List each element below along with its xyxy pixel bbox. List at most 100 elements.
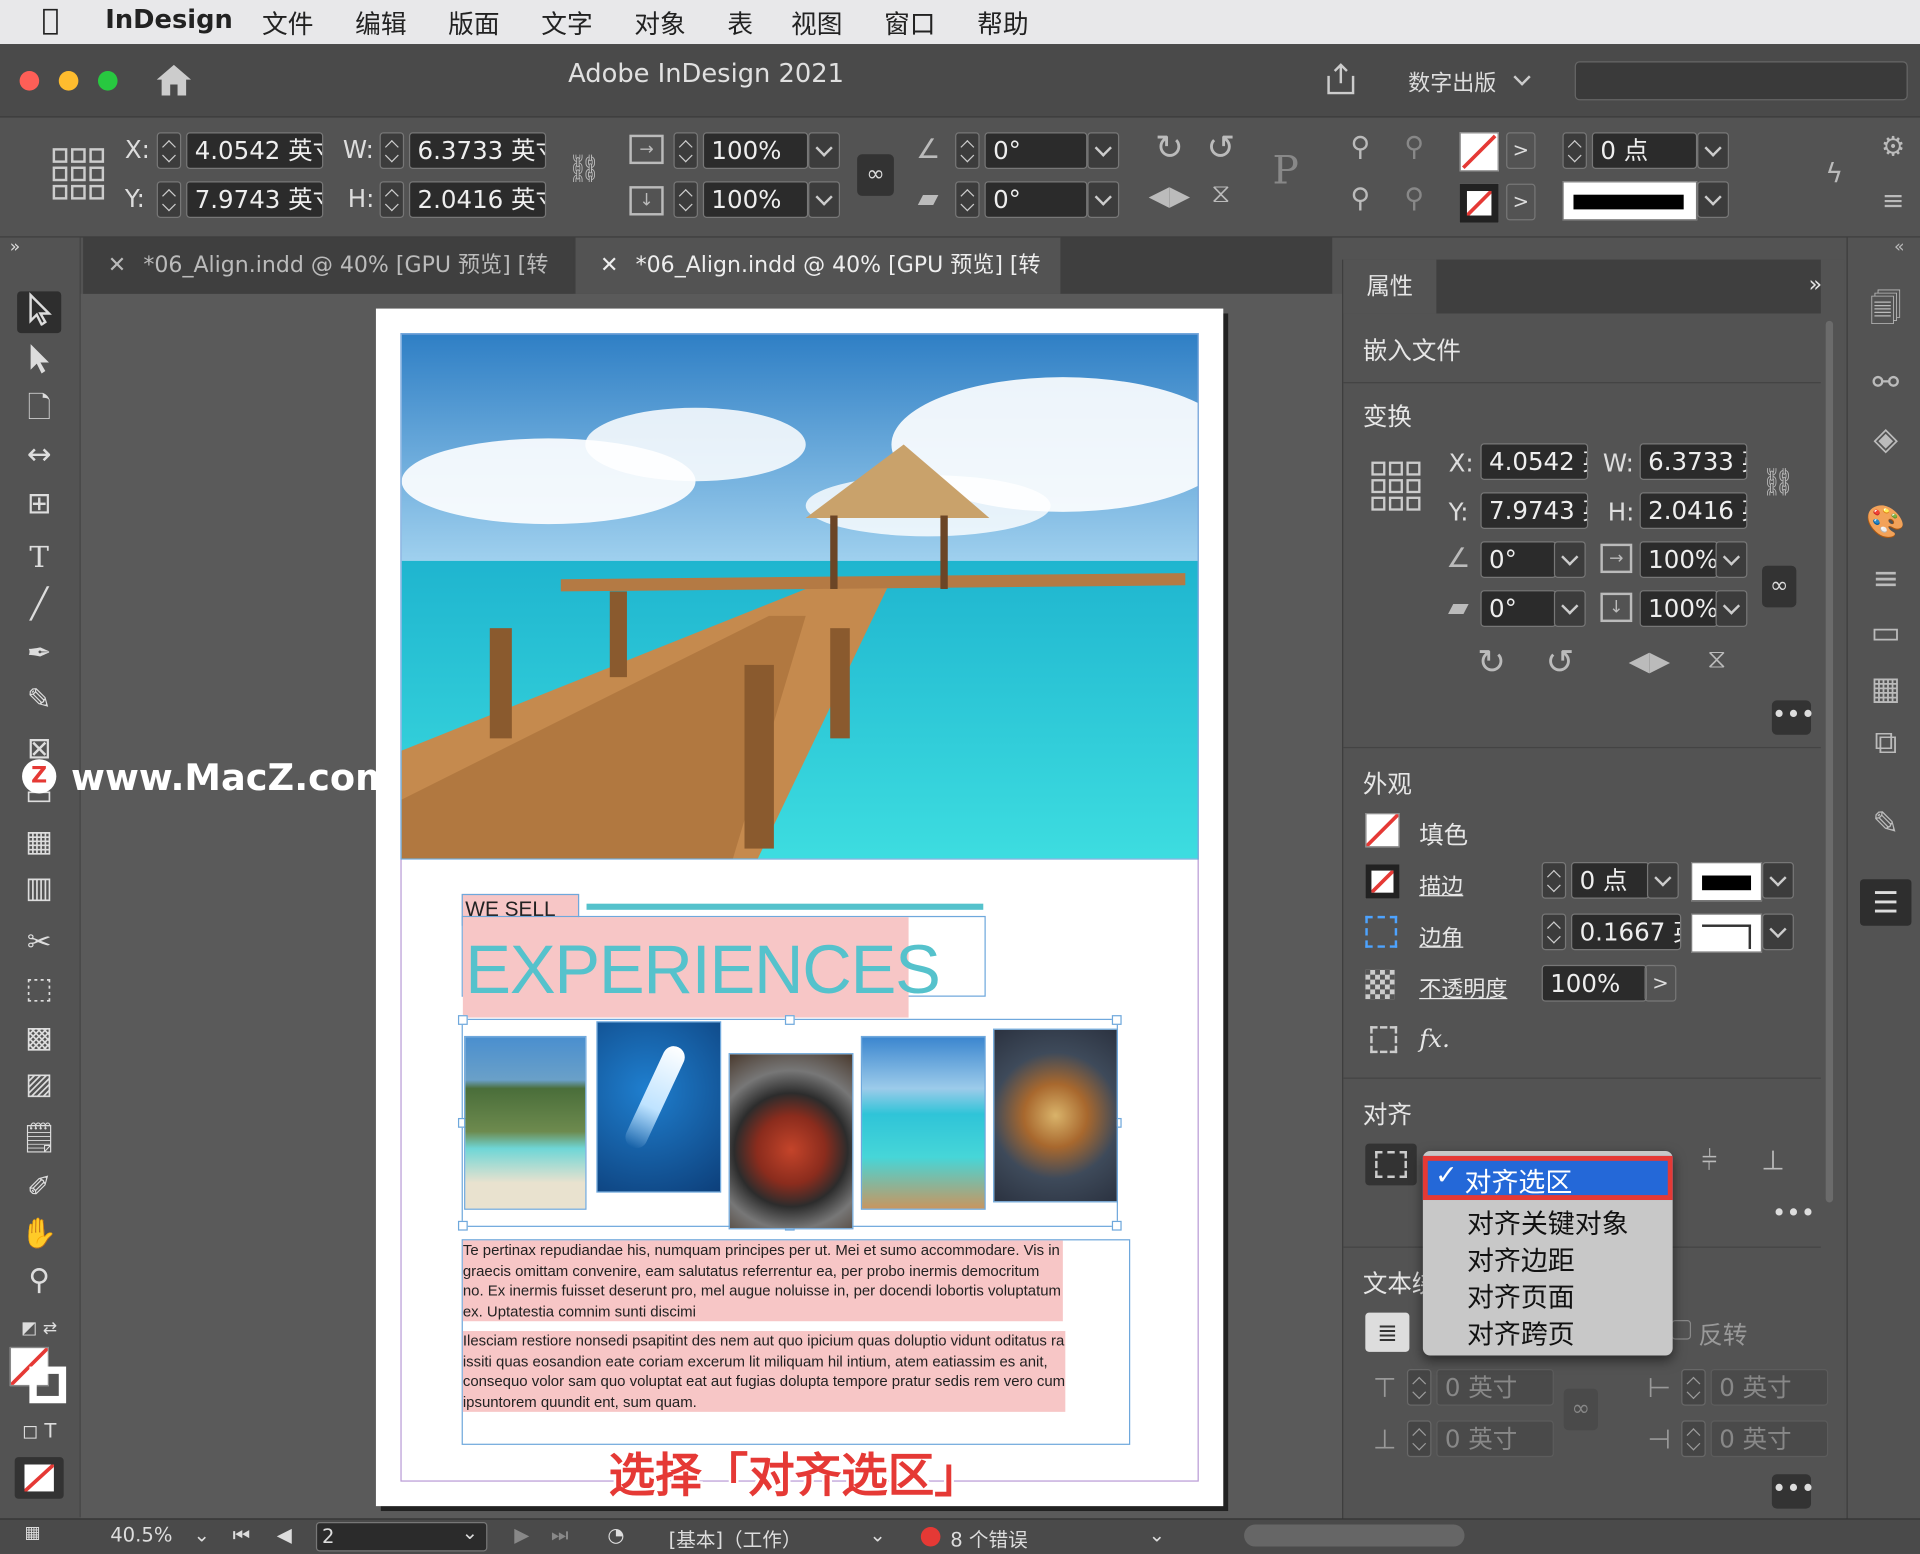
select-previous-icon[interactable]: ⚲: [1396, 132, 1433, 163]
type-tool-icon[interactable]: T: [17, 536, 61, 578]
gradient-swatch-tool-icon[interactable]: ▩: [17, 1016, 61, 1058]
bottom-offset-stepper[interactable]: [1406, 1420, 1432, 1458]
layers-panel-icon[interactable]: ◈: [1865, 421, 1907, 458]
opacity-field[interactable]: 100%: [1541, 964, 1647, 1002]
gradient-panel-icon[interactable]: ▭: [1865, 615, 1907, 652]
body-text-frame[interactable]: Te pertinax repudiandae his, numquam pri…: [461, 1239, 1131, 1445]
collapse-toolbox-icon[interactable]: »: [10, 238, 21, 258]
scale-y-dropdown[interactable]: [808, 181, 841, 218]
apple-icon[interactable]: : [42, 2, 60, 36]
container-text-toggle-icon[interactable]: ◻ T: [17, 1411, 61, 1453]
corner-shape-field[interactable]: [1691, 913, 1763, 953]
rotate-clockwise-icon[interactable]: ↻: [1471, 642, 1513, 682]
opacity-label[interactable]: 不透明度: [1419, 972, 1507, 1004]
opacity-arrow[interactable]: >: [1644, 964, 1677, 1002]
corner-stepper[interactable]: [1541, 913, 1567, 951]
previous-page-icon[interactable]: ◀: [277, 1523, 292, 1546]
scale-x-field[interactable]: 100%: [702, 132, 809, 169]
panel-y-field[interactable]: 7.9743 英寸: [1480, 492, 1589, 529]
stroke-weight-field[interactable]: 0 点: [1591, 132, 1698, 169]
reference-point-icon[interactable]: [1370, 460, 1421, 511]
paragraph-styles-icon[interactable]: ✎: [1865, 806, 1907, 843]
photo-pier-small[interactable]: [860, 1035, 986, 1210]
stroke-weight-stepper[interactable]: [1562, 132, 1587, 169]
page-tool-icon[interactable]: 🗋: [17, 387, 61, 429]
selection-handle[interactable]: [1111, 1220, 1122, 1231]
select-content-icon[interactable]: ⚲: [1342, 184, 1379, 215]
panel-w-field[interactable]: 6.3733 英寸: [1639, 443, 1748, 481]
content-collector-icon[interactable]: ⊞: [17, 482, 61, 524]
stroke-type-field[interactable]: [1691, 862, 1763, 902]
selection-tool-icon[interactable]: [17, 291, 62, 334]
corner-size-field[interactable]: 0.1667 英寸: [1571, 913, 1682, 951]
preflight-icon[interactable]: ▦: [24, 1523, 40, 1543]
panel-scale-x-dropdown[interactable]: [1715, 541, 1748, 578]
rotate-dropdown[interactable]: [1087, 132, 1120, 169]
link-offsets-icon[interactable]: ∞: [1563, 1388, 1598, 1431]
right-offset-stepper[interactable]: [1681, 1420, 1706, 1458]
y-field[interactable]: 7.9743 英寸: [186, 181, 324, 218]
flip-vertical-icon[interactable]: ⧖: [1200, 179, 1242, 210]
align-vertical-center-icon[interactable]: ⫩: [1691, 1146, 1728, 1177]
flip-horizontal-icon[interactable]: ◀▶: [1149, 181, 1191, 212]
note-tool-icon[interactable]: 🗒: [17, 1117, 61, 1159]
x-field[interactable]: 4.0542 英寸: [186, 132, 324, 169]
stroke-type-field[interactable]: [1562, 181, 1698, 221]
stroke-weight-dropdown[interactable]: [1646, 862, 1679, 899]
rotate-counterclockwise-icon[interactable]: ↺: [1539, 642, 1581, 682]
chevron-down-icon[interactable]: [1513, 68, 1531, 86]
bottom-offset-field[interactable]: 0 英寸: [1436, 1420, 1554, 1458]
stroke-swatch-icon[interactable]: [1365, 864, 1400, 899]
panel-tab-properties[interactable]: 属性: [1343, 259, 1437, 314]
menu-view[interactable]: 视图: [791, 5, 842, 42]
shear-dropdown[interactable]: [1087, 181, 1120, 218]
fx-label[interactable]: fx.: [1419, 1024, 1450, 1053]
table-tool-icon[interactable]: ▦: [17, 820, 61, 862]
top-offset-field[interactable]: 0 英寸: [1436, 1368, 1554, 1406]
panel-scrollbar[interactable]: [1825, 320, 1834, 1203]
search-field[interactable]: [1574, 61, 1908, 101]
default-colors-icon[interactable]: ◩ ⇄: [17, 1308, 61, 1350]
horizontal-scrollbar[interactable]: [1244, 1524, 1465, 1547]
photo-food-pan[interactable]: [728, 1053, 854, 1230]
preflight-profile[interactable]: [基本]（工作）: [669, 1523, 802, 1552]
stroke-swatch-icon[interactable]: [1459, 183, 1499, 223]
document-page[interactable]: WE SELL EXPERIENCES Te pertinax repudian…: [375, 308, 1224, 1507]
menu-item-align-key-object[interactable]: 对齐关键对象: [1467, 1202, 1629, 1241]
scissors-tool-icon[interactable]: ✂: [17, 921, 61, 963]
align-more-button[interactable]: •••: [1772, 1200, 1815, 1229]
menu-item-align-spread[interactable]: 对齐跨页: [1467, 1313, 1575, 1352]
scale-x-dropdown[interactable]: [808, 132, 841, 169]
h-stepper[interactable]: [379, 181, 405, 218]
eyedropper-tool-icon[interactable]: ✐: [17, 1166, 61, 1208]
panel-scale-y-dropdown[interactable]: [1715, 590, 1748, 627]
page-number-dropdown-icon[interactable]: ⌄: [462, 1521, 478, 1544]
panel-collapse-icon[interactable]: »: [1809, 272, 1822, 298]
effects-frame-icon[interactable]: [1370, 1026, 1398, 1054]
quick-apply-icon[interactable]: ϟ: [1817, 159, 1851, 190]
hand-tool-icon[interactable]: ✋: [17, 1212, 61, 1254]
invert-checkbox[interactable]: [1671, 1320, 1692, 1340]
stroke-panel-icon[interactable]: ≡: [1865, 561, 1907, 598]
menu-object[interactable]: 对象: [634, 5, 685, 42]
shear-field[interactable]: 0°: [984, 181, 1088, 218]
link-scale-icon[interactable]: ∞: [1762, 565, 1797, 608]
selection-handle[interactable]: [784, 1015, 795, 1025]
share-icon[interactable]: [1322, 61, 1359, 98]
select-container-icon[interactable]: ⚲: [1342, 132, 1379, 163]
selection-handle[interactable]: [457, 1015, 468, 1025]
line-tool-icon[interactable]: ╱: [17, 583, 61, 625]
menu-item-align-selection[interactable]: ✓ 对齐选区: [1422, 1155, 1673, 1201]
zoom-dropdown-icon[interactable]: ⌄: [193, 1523, 209, 1546]
selection-handle[interactable]: [1111, 1015, 1122, 1025]
panel-rotate-dropdown[interactable]: [1553, 541, 1586, 578]
fill-swatch-icon[interactable]: [1365, 812, 1400, 848]
menu-table[interactable]: 表: [727, 5, 753, 42]
right-offset-field[interactable]: 0 英寸: [1710, 1420, 1829, 1458]
next-page-icon[interactable]: ▶: [514, 1523, 529, 1546]
swatches-panel-icon[interactable]: 🎨: [1865, 504, 1907, 541]
rotate-clockwise-icon[interactable]: ↻: [1149, 127, 1191, 167]
photo-tacos[interactable]: [993, 1028, 1118, 1203]
stroke-weight-field[interactable]: 0 点: [1571, 862, 1650, 899]
fill-swatch-arrow[interactable]: >: [1506, 132, 1536, 169]
